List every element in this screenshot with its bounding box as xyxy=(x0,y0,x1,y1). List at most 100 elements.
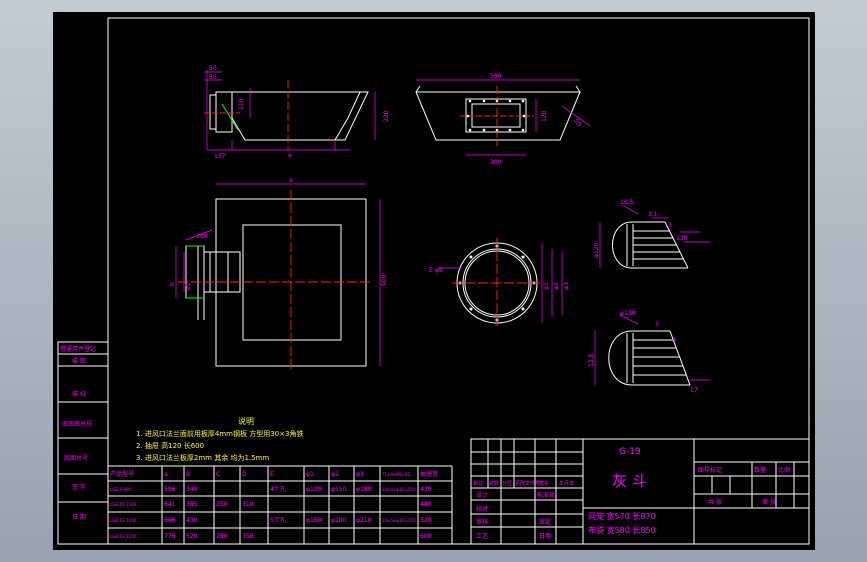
table-header-cell: φ3 xyxy=(356,471,364,478)
cad-drawing-canvas[interactable]: 50 50 110 137 a 220 590 120 50 300 a 900… xyxy=(0,0,867,562)
sign-label-2-0: 标准化 xyxy=(537,491,555,499)
strip-label-0: 借通用件登记 xyxy=(60,345,96,353)
table-cell: 480 xyxy=(420,501,432,508)
table-header-cell: E xyxy=(270,471,274,478)
dim-circle-0: E-φ8 xyxy=(429,267,443,274)
table-cell: 310 xyxy=(242,501,254,508)
table-cell: 280 xyxy=(216,533,228,540)
note-line-2: 2. 抽屉 高120 长600 xyxy=(136,441,204,450)
table-header-cell: 抽屉宽 xyxy=(420,470,438,478)
sign-header-4: 签名 xyxy=(539,480,549,487)
table-header-cell: T1×d×B1×B2 xyxy=(381,472,411,477)
note-line-1: 1. 进风口法兰面前用板厚4mm钢板 方型用30×3角铁 xyxy=(136,429,303,438)
table-cell: 10×4×φ10×250 xyxy=(382,487,416,492)
drawing-code: G-19 xyxy=(619,447,641,457)
dim-section-3: 130 xyxy=(676,235,688,242)
sheet-label-1: 第 张 xyxy=(762,498,776,506)
table-cell: φ210 xyxy=(356,517,372,524)
sign-label-2: 审核 xyxy=(476,518,488,526)
table-header-cell: B xyxy=(186,471,190,478)
dim-section-7: 3 xyxy=(655,321,659,328)
table-header-cell: 产品型号 xyxy=(110,470,134,478)
table-cell: 385 xyxy=(186,501,198,508)
material-line-2: 布袋 宽580 长850 xyxy=(588,525,656,535)
strip-label-2: 描 校 xyxy=(72,390,86,398)
notes-heading: 说明 xyxy=(238,416,254,426)
dim-top-right-3: 300 xyxy=(490,159,502,166)
dim-top-left-3: 137 xyxy=(214,153,226,160)
table-cell: 430 xyxy=(186,517,198,524)
table-cell: φ180 xyxy=(331,517,347,524)
dim-top-left-0: 50 xyxy=(209,65,217,72)
strip-label-6: 日 期 xyxy=(72,513,86,521)
table-header-cell: φ1 xyxy=(306,471,314,478)
strip-label-4: 底图总号 xyxy=(64,454,88,462)
dim-plan-1: 900 xyxy=(381,274,388,286)
sign-header-0: 标记 xyxy=(473,480,483,487)
sheet-label-0: 共 张 xyxy=(708,498,722,506)
sign-label-2-3: 日期 xyxy=(539,532,551,540)
dim-section-2: 3 xyxy=(668,222,672,229)
table-header-cell: D xyxy=(242,471,247,478)
sign-label-3: 工艺 xyxy=(476,532,488,540)
stage-header-1: 数量 xyxy=(754,466,766,474)
strip-label-5: 签 字 xyxy=(72,483,86,491)
dim-section-4: φ120 xyxy=(593,242,600,258)
table-cell: φ150 xyxy=(331,486,347,493)
table-cell: φ180 xyxy=(356,486,372,493)
dim-section-5: φ130 xyxy=(620,310,636,317)
table-cell: 641 xyxy=(164,501,176,508)
dim-plan-4: 100 xyxy=(196,233,208,240)
table-cell: φ120 xyxy=(306,486,322,493)
material-line-1: 网笼 宽570 长870 xyxy=(588,511,656,521)
note-line-3: 3. 进风口法兰板厚2mm 其余 均为1.5mm xyxy=(136,453,269,462)
dim-top-left-1: 50 xyxy=(209,74,217,81)
drawing-name: 灰 斗 xyxy=(612,472,647,490)
dim-section-6: 12.5 xyxy=(588,353,595,367)
table-cell: LGZ-10-1500 xyxy=(110,502,137,507)
table-cell: 4个孔 xyxy=(270,485,286,493)
dim-top-left-4: a xyxy=(288,152,292,159)
dim-top-left-2: 110 xyxy=(238,98,245,110)
table-cell: 600 xyxy=(420,533,432,540)
table-cell: LGZ-11-1000 xyxy=(110,518,137,523)
dim-top-right-0: 590 xyxy=(490,73,502,80)
table-header-cell: C xyxy=(216,471,220,478)
table-cell: φ150 xyxy=(306,517,322,524)
table-cell: LGZ-12-2000 xyxy=(110,534,137,539)
sign-header-2: 分区 xyxy=(502,480,512,487)
dim-plan-2: b xyxy=(169,282,176,286)
table-cell: 5个孔 xyxy=(270,516,286,524)
dim-section-8: 4 xyxy=(672,337,676,344)
dim-top-right-1: 120 xyxy=(541,110,548,122)
dim-circle-2: φ2 xyxy=(553,282,560,290)
sign-header-1: 处数 xyxy=(489,480,499,487)
stage-header-0: 图样标记 xyxy=(698,466,722,474)
sign-label-1: 校对 xyxy=(476,505,488,513)
dim-circle-1: φ1 xyxy=(543,282,550,290)
sign-header-3: 更改文件号 xyxy=(515,480,540,487)
strip-label-1: 描 图 xyxy=(72,357,86,365)
table-cell: 10×5×φ10×310 xyxy=(382,518,416,523)
sign-label-2-2: 审定 xyxy=(539,518,551,526)
table-cell: LGZ-9-800 xyxy=(110,487,132,492)
table-cell: 340 xyxy=(186,486,198,493)
stage-header-2: 比例 xyxy=(778,466,790,474)
dim-section-0: 10.5 xyxy=(620,199,634,206)
table-header-cell: a xyxy=(164,471,168,478)
table-header-cell: φ2 xyxy=(331,471,339,478)
strip-label-3: 旧底图总号 xyxy=(62,420,92,428)
table-cell: 686 xyxy=(164,517,176,524)
dim-plan-0: a xyxy=(289,177,293,184)
table-cell: 350 xyxy=(242,533,254,540)
table-cell: 596 xyxy=(164,486,176,493)
table-cell: 430 xyxy=(420,486,432,493)
table-cell: 250 xyxy=(216,501,228,508)
dim-circle-3: φ3 xyxy=(563,282,570,290)
dim-section-1: 3.1 xyxy=(648,211,658,218)
table-cell: 520 xyxy=(186,533,198,540)
sign-label-0: 设计 xyxy=(476,491,488,499)
dim-section-9: 17 xyxy=(690,387,698,394)
dim-top-left-5: 220 xyxy=(383,110,390,122)
sign-header-5: 年月日 xyxy=(559,480,574,487)
